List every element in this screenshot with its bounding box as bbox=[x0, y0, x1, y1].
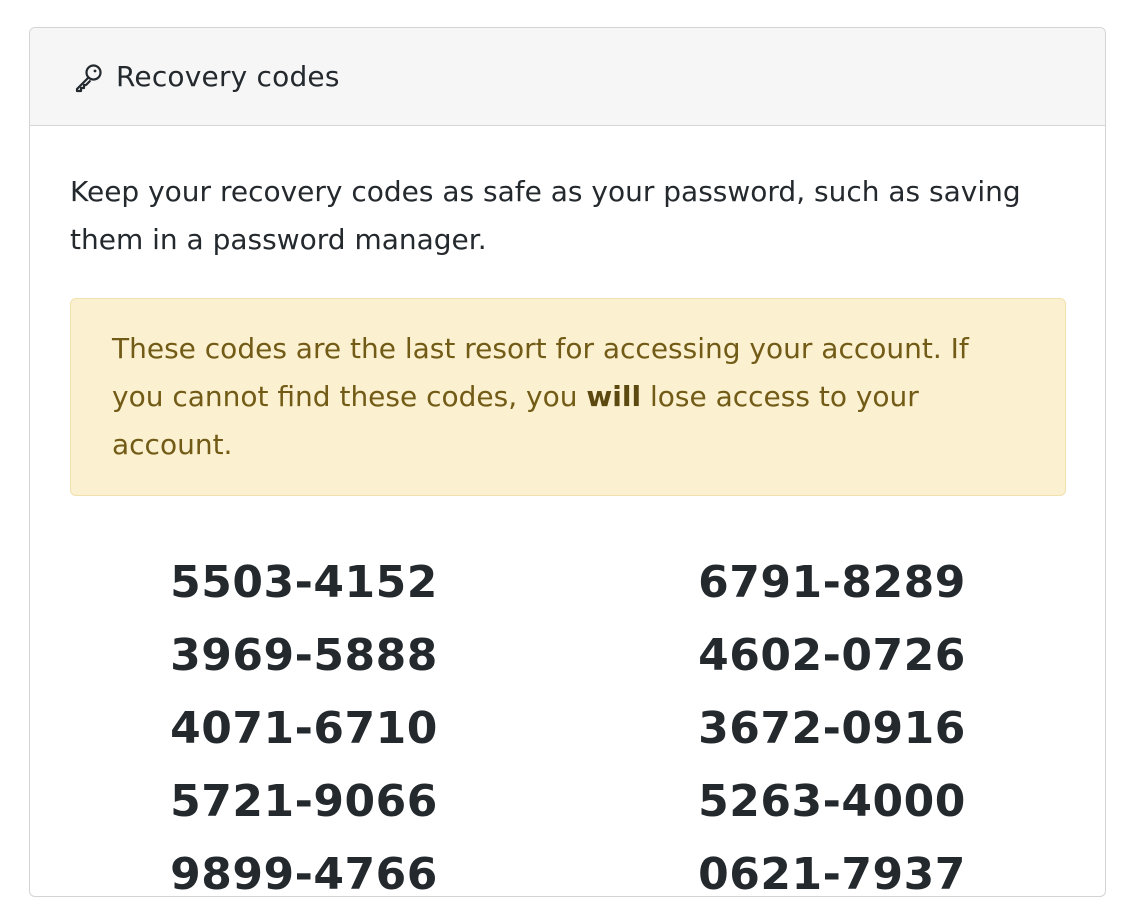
recovery-code: 3672-0916 bbox=[698, 703, 966, 754]
card-body: Keep your recovery codes as safe as your… bbox=[30, 126, 1105, 897]
card-header: Recovery codes bbox=[30, 28, 1105, 126]
recovery-code: 6791-8289 bbox=[698, 557, 966, 608]
recovery-code: 5263-4000 bbox=[698, 776, 966, 827]
card-title: Recovery codes bbox=[116, 60, 340, 93]
warning-flash: These codes are the last resort for acce… bbox=[70, 298, 1066, 496]
recovery-code: 5503-4152 bbox=[170, 557, 438, 608]
recovery-codes-card: Recovery codes Keep your recovery codes … bbox=[29, 27, 1106, 897]
key-icon bbox=[72, 60, 106, 94]
recovery-code: 4071-6710 bbox=[170, 703, 438, 754]
warning-emphasis: will bbox=[586, 380, 642, 413]
recovery-codes-list: 5503-4152 6791-8289 3969-5888 4602-0726 … bbox=[40, 546, 1096, 897]
recovery-code: 4602-0726 bbox=[698, 630, 966, 681]
recovery-code: 5721-9066 bbox=[170, 776, 438, 827]
recovery-code: 3969-5888 bbox=[170, 630, 438, 681]
recovery-code: 0621-7937 bbox=[698, 849, 966, 897]
intro-text: Keep your recovery codes as safe as your… bbox=[70, 175, 1021, 256]
recovery-code: 9899-4766 bbox=[170, 849, 438, 897]
